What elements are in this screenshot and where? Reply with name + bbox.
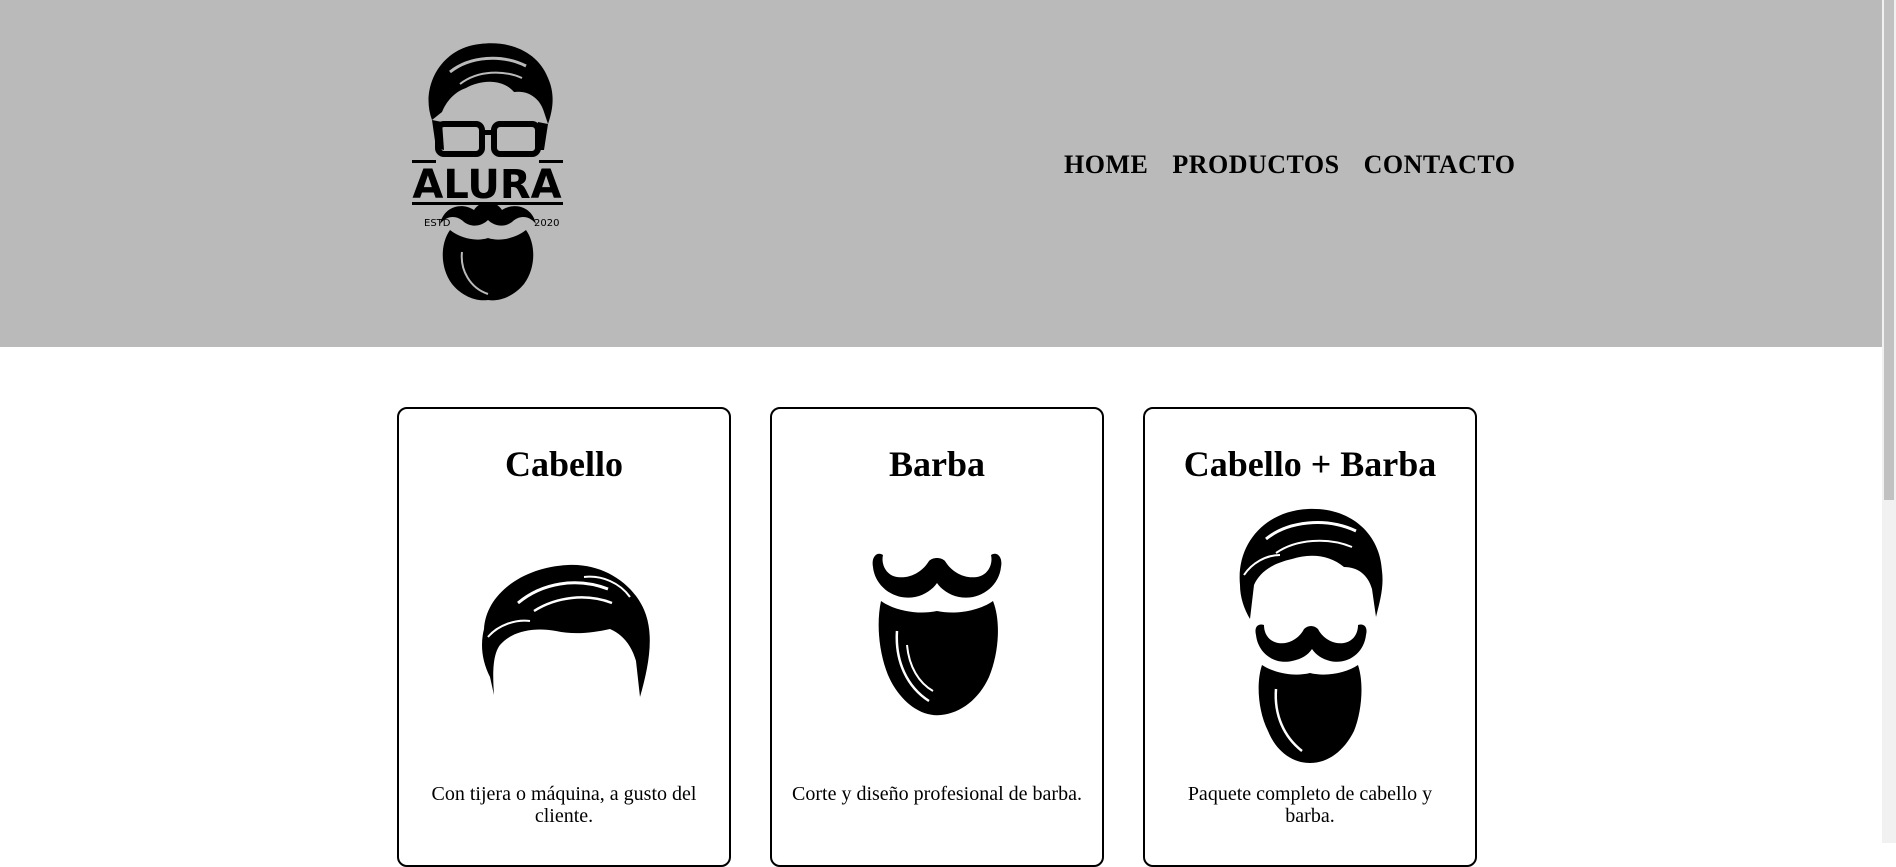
main-nav: HOME PRODUCTOS CONTACTO xyxy=(1064,150,1515,180)
nav-contacto-link[interactable]: CONTACTO xyxy=(1364,150,1516,180)
bearded-man-glasses-logo-icon: ALURA ESTD 2020 xyxy=(412,43,563,301)
product-description: Con tijera o máquina, a gusto del client… xyxy=(431,783,697,827)
product-description: Corte y diseño profesional de barba. xyxy=(792,783,1082,805)
product-title: Barba xyxy=(888,444,985,484)
product-description: Paquete completo de cabello y barba. xyxy=(1187,783,1433,827)
product-card-cabello-barba[interactable]: Cabello + Barba Paquete completo de cabe… xyxy=(1143,407,1477,867)
product-card-cabello[interactable]: Cabello Con tijera o máquina, a gusto de… xyxy=(397,407,731,867)
product-title: Cabello xyxy=(504,444,623,484)
nav-home-link[interactable]: HOME xyxy=(1064,150,1148,180)
brand-logo[interactable]: ALURA ESTD 2020 xyxy=(410,38,565,303)
scrollbar-thumb[interactable] xyxy=(1884,0,1894,500)
beard-icon xyxy=(772,549,1102,719)
hair-icon xyxy=(399,549,729,699)
site-header: ALURA ESTD 2020 HOME PRODUCTOS CONTACTO xyxy=(0,0,1896,347)
established-year: 2020 xyxy=(534,218,559,229)
hair-and-beard-icon xyxy=(1145,505,1475,765)
page-scrollbar[interactable] xyxy=(1882,0,1896,843)
brand-name: ALURA xyxy=(412,162,561,208)
nav-productos-link[interactable]: PRODUCTOS xyxy=(1172,150,1339,180)
product-card-barba[interactable]: Barba Corte y diseño profesional de barb… xyxy=(770,407,1104,867)
established-label: ESTD xyxy=(424,218,451,229)
product-title: Cabello + Barba xyxy=(1183,444,1437,484)
products-section: Cabello Con tijera o máquina, a gusto de… xyxy=(397,407,1477,867)
